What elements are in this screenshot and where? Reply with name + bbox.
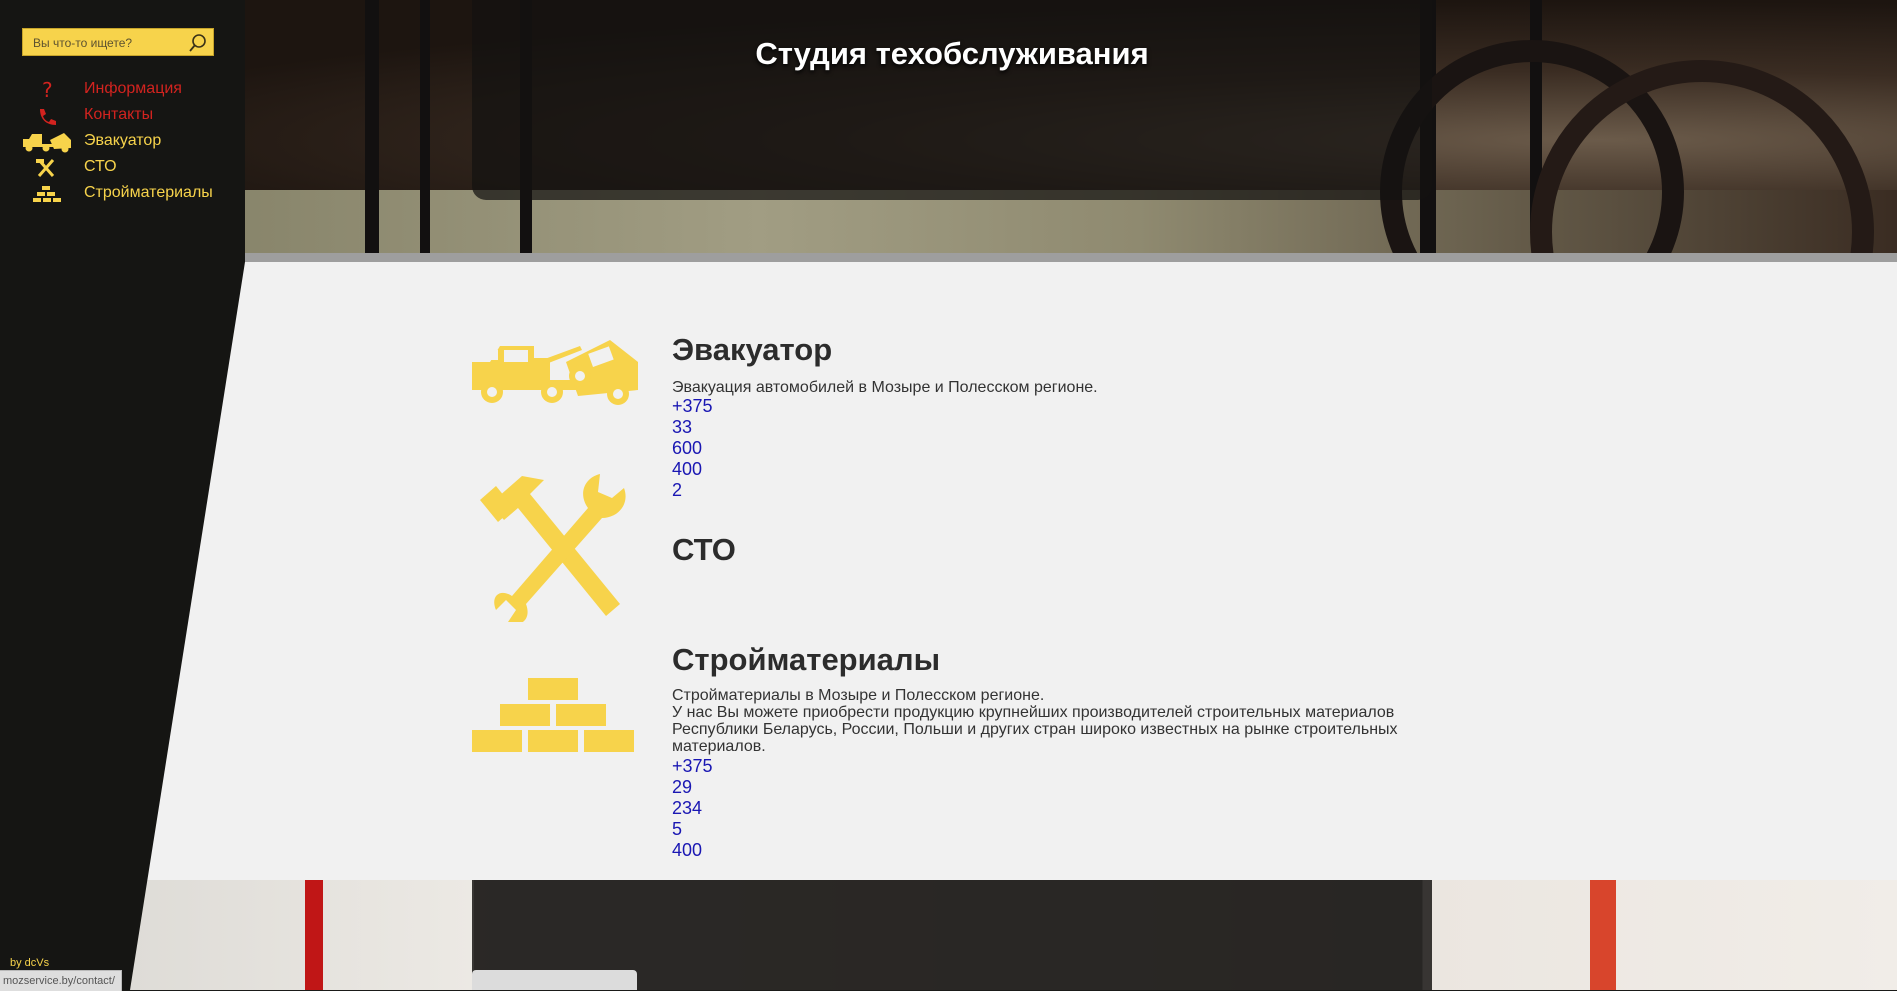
status-bar-url: mozservice.by/contact/ <box>0 970 122 991</box>
tools-icon <box>480 474 626 622</box>
phone-link[interactable]: +375 29 234 5 400 <box>672 756 713 861</box>
description-line: Стройматериалы в Мозыре и Полесском реги… <box>672 687 1045 704</box>
search-icon[interactable] <box>187 32 209 54</box>
banner-tab <box>472 970 637 990</box>
credit-link[interactable]: by dcVs <box>10 957 49 969</box>
search-input[interactable] <box>31 33 185 53</box>
banner-decor <box>1590 880 1616 990</box>
section-description: Стройматериалы в Мозыре и Полесском реги… <box>672 687 1432 755</box>
page-title: Студия техобслуживания <box>755 36 1149 71</box>
svg-text:?: ? <box>42 79 53 101</box>
sidebar-nav: ? Информация Контакты Эвакуатор СТО Стро… <box>22 78 232 208</box>
tools-icon <box>36 159 55 177</box>
bricks-icon <box>33 186 61 202</box>
sidebar-item-label: Информация <box>84 80 182 97</box>
tow-truck-icon <box>23 133 71 153</box>
bricks-icon <box>472 678 634 752</box>
question-icon: ? <box>42 79 53 101</box>
phone-link[interactable]: +375 33 600 400 2 <box>672 396 713 501</box>
hero-title-panel <box>472 0 1432 200</box>
sidebar-item-building-materials[interactable]: Стройматериалы <box>22 182 232 208</box>
sidebar-item-evacuator[interactable]: Эвакуатор <box>22 130 232 156</box>
hero-decor <box>365 0 379 253</box>
main-content: Эвакуатор Эвакуация автомобилей в Мозыре… <box>0 262 1897 880</box>
hero-decor <box>420 0 430 253</box>
phone-icon <box>40 109 56 125</box>
sidebar-item-label: СТО <box>84 158 117 175</box>
sidebar-item-sto[interactable]: СТО <box>22 156 232 182</box>
banner-decor <box>305 880 323 990</box>
search-box[interactable] <box>22 28 214 56</box>
section-description: Эвакуация автомобилей в Мозыре и Полесск… <box>672 379 1098 396</box>
sidebar-item-label: Контакты <box>84 106 154 123</box>
sidebar-item-info[interactable]: ? Информация <box>22 78 232 104</box>
description-line: У нас Вы можете приобрести продукцию кру… <box>672 704 1395 721</box>
description-line: материалов. <box>672 738 766 755</box>
section-title: Эвакуатор <box>672 332 833 367</box>
sidebar-item-label: Эвакуатор <box>84 132 162 149</box>
sidebar-item-label: Стройматериалы <box>84 184 213 201</box>
section-title: Стройматериалы <box>672 642 941 677</box>
tow-truck-icon <box>472 340 638 405</box>
bottom-banner <box>0 880 1897 990</box>
section-title: СТО <box>672 532 736 567</box>
divider <box>0 253 1897 262</box>
sidebar-item-contacts[interactable]: Контакты <box>22 104 232 130</box>
description-line: Республики Беларусь, России, Польши и др… <box>672 721 1398 738</box>
